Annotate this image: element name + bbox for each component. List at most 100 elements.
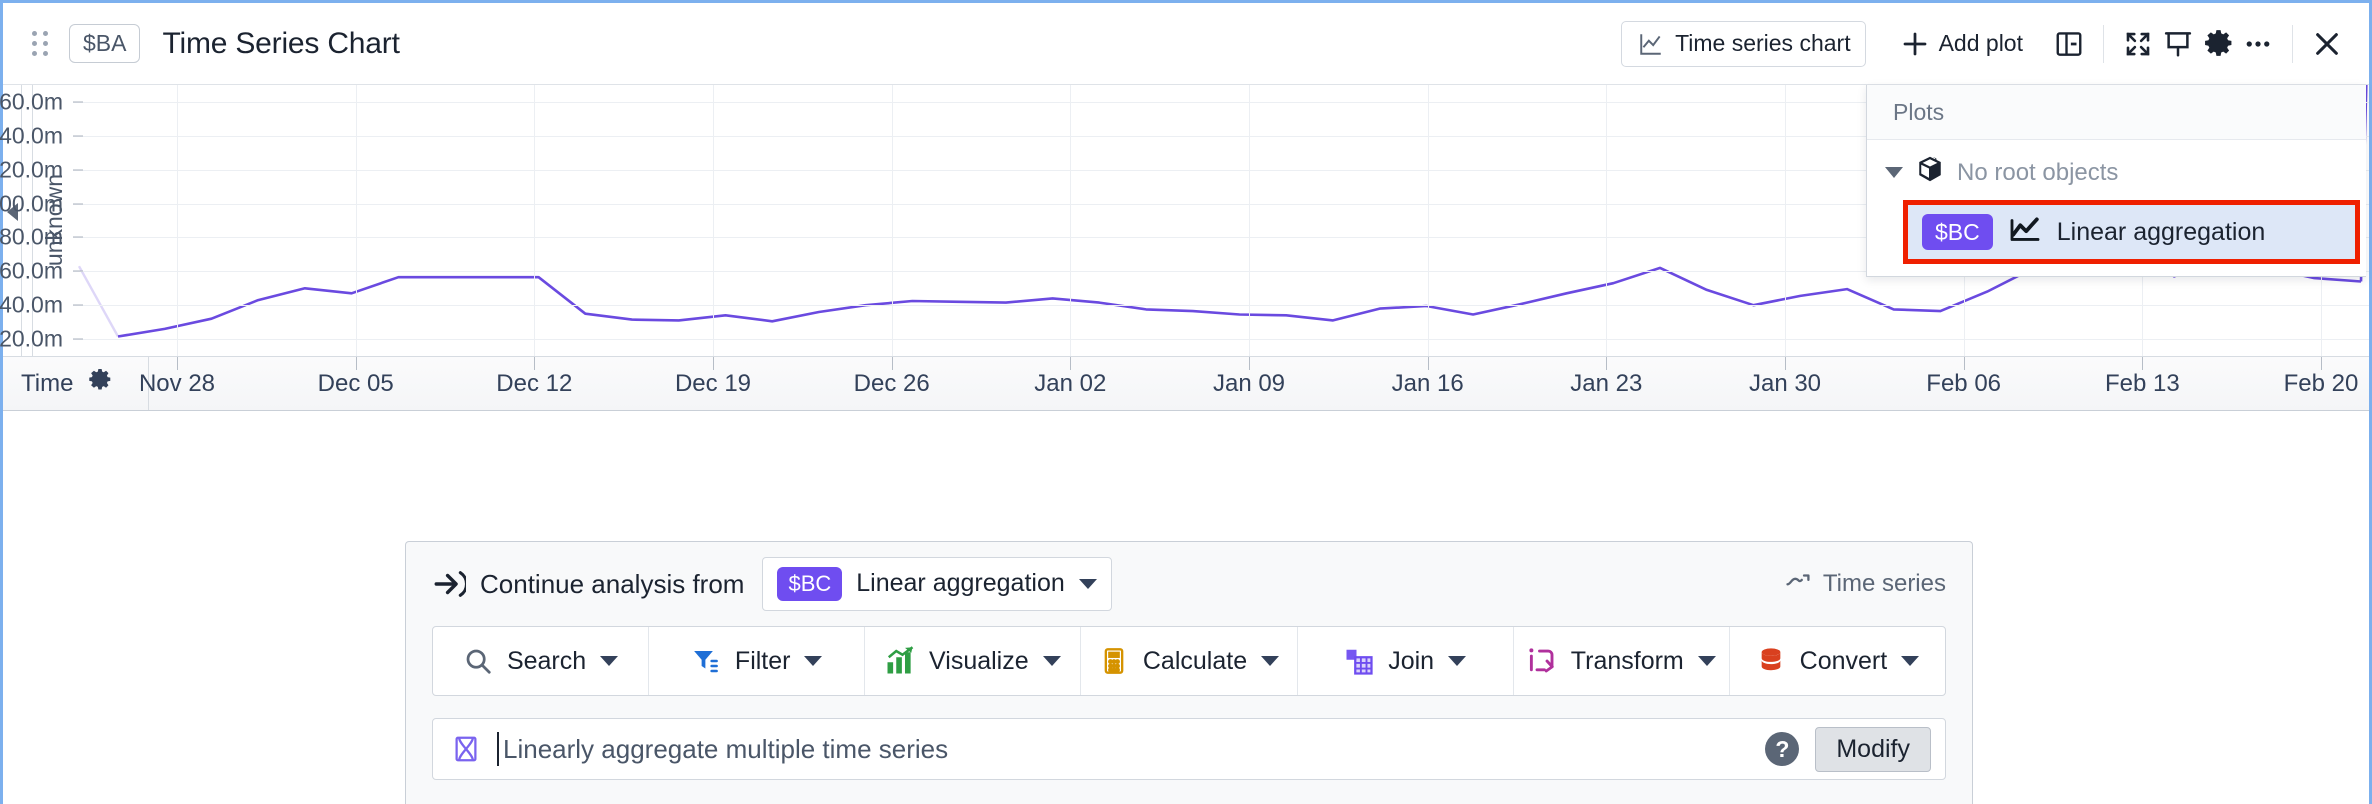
present-icon[interactable] <box>2158 24 2198 64</box>
operation-label: Transform <box>1570 646 1684 675</box>
chevron-down-icon[interactable] <box>1042 656 1061 666</box>
plots-item-label: Linear aggregation <box>2056 217 2266 246</box>
operation-label: Calculate <box>1142 646 1248 675</box>
app-header: $BA Time Series Chart Time series chart … <box>3 3 2369 85</box>
operation-label: Search <box>506 646 587 675</box>
document-id-chip[interactable]: $BA <box>69 24 141 63</box>
chevron-down-icon[interactable] <box>1885 167 1903 178</box>
add-plot-button[interactable]: Add plot <box>1888 21 2035 67</box>
x-gridline <box>1427 85 1429 356</box>
x-tick-mark <box>1785 357 1786 370</box>
x-tick-mark <box>2142 357 2144 370</box>
calculator-icon <box>1099 646 1129 676</box>
analysis-source-select[interactable]: $BC Linear aggregation <box>762 557 1112 611</box>
drag-handle[interactable] <box>29 29 51 59</box>
x-gridline <box>1606 85 1608 356</box>
chart-type-button[interactable]: Time series chart <box>1621 20 1866 67</box>
y-tick-label: 120.0m <box>0 156 63 183</box>
command-input-text[interactable]: Linearly aggregate multiple time series <box>503 734 948 765</box>
x-axis-settings-gear-icon[interactable] <box>87 367 113 400</box>
x-tick-mark <box>1427 357 1429 370</box>
x-tick-label: Dec 26 <box>853 369 930 397</box>
operation-calculate[interactable]: Calculate <box>1081 627 1298 695</box>
magnifier-icon <box>463 646 493 676</box>
chevron-down-icon[interactable] <box>1261 656 1280 666</box>
y-tick-label: 80.0m <box>0 223 63 250</box>
chevron-down-icon[interactable] <box>804 656 823 666</box>
x-tick-label: Jan 30 <box>1748 369 1822 397</box>
operations-toolbar: Search Filter Visualize Calculate Join Transf… <box>432 626 1946 696</box>
operation-transform[interactable]: Transform <box>1514 627 1730 695</box>
chevron-down-icon[interactable] <box>600 656 619 666</box>
chevron-down-icon[interactable] <box>1697 656 1716 666</box>
gear-icon[interactable] <box>2198 24 2238 64</box>
analysis-source-badge: $BC <box>777 567 843 601</box>
help-icon[interactable]: ? <box>1765 732 1800 766</box>
x-axis: Time Nov 28 Dec 05 Dec 12 Dec 19 Dec 26 Jan 0… <box>3 356 2369 411</box>
x-axis-title: Time <box>3 357 149 410</box>
x-gridline <box>534 85 536 356</box>
operation-visualize[interactable]: Visualize <box>865 627 1082 695</box>
operation-search[interactable]: Search <box>433 627 650 695</box>
x-tick-mark <box>534 357 536 370</box>
analysis-type-indicator: Time series <box>1785 570 1946 599</box>
x-tick-mark <box>891 357 893 370</box>
plus-icon <box>1900 29 1930 59</box>
join-tables-icon <box>1344 646 1374 676</box>
database-icon <box>1756 646 1786 676</box>
command-row[interactable]: Linearly aggregate multiple time series … <box>432 718 1946 780</box>
expand-icon[interactable] <box>2118 24 2158 64</box>
x-tick-label: Dec 12 <box>496 369 573 397</box>
x-gridline <box>1249 85 1250 356</box>
y-tick-mark <box>73 270 83 272</box>
y-tick-mark <box>73 304 83 306</box>
x-gridline <box>355 85 357 356</box>
y-gridline <box>73 305 2369 307</box>
x-gridline <box>1070 85 1072 356</box>
operation-filter[interactable]: Filter <box>649 627 866 695</box>
x-gridline <box>1785 85 1786 356</box>
page-title: Time Series Chart <box>162 26 400 60</box>
plots-item-linear-aggregation[interactable]: $BC Linear aggregation <box>1903 200 2360 265</box>
y-tick-mark <box>73 135 83 137</box>
y-gridline <box>73 339 2369 341</box>
x-tick-label: Feb 13 <box>2104 369 2180 397</box>
chart-type-label: Time series chart <box>1675 30 1851 56</box>
y-tick-mark <box>73 338 83 340</box>
panel-toggle-icon[interactable] <box>2049 24 2089 64</box>
x-tick-label: Feb 06 <box>1926 369 2002 397</box>
hourglass-icon <box>451 734 481 764</box>
x-gridline <box>891 85 893 356</box>
plots-panel: Plots No root objects $BC Linear aggrega… <box>1866 85 2366 278</box>
operation-label: Join <box>1388 646 1435 675</box>
y-tick-mark <box>73 203 83 205</box>
x-tick-label: Nov 28 <box>138 369 216 397</box>
y-tick-label: 20.0m <box>0 325 63 352</box>
modify-button[interactable]: Modify <box>1815 726 1931 772</box>
package-icon <box>1915 154 1945 191</box>
x-tick-mark <box>713 357 714 370</box>
chevron-down-icon[interactable] <box>1901 656 1920 666</box>
plots-panel-title: Plots <box>1867 85 2366 140</box>
chevron-down-icon[interactable] <box>1448 656 1467 666</box>
x-tick-label: Jan 09 <box>1212 369 1286 397</box>
analysis-type-label: Time series <box>1822 570 1946 597</box>
bar-chart-icon <box>885 646 915 676</box>
line-chart-icon <box>1636 29 1666 59</box>
funnel-icon <box>691 646 721 676</box>
x-tick-label: Feb 20 <box>2283 369 2359 397</box>
transform-icon <box>1527 646 1557 676</box>
y-tick-mark <box>73 236 83 238</box>
text-cursor <box>497 732 499 766</box>
operation-convert[interactable]: Convert <box>1730 627 1945 695</box>
y-tick-label: 140.0m <box>0 122 63 149</box>
plots-root-node[interactable]: No root objects <box>1867 148 2366 197</box>
operation-join[interactable]: Join <box>1298 627 1514 695</box>
x-tick-mark <box>2321 357 2322 370</box>
chevron-down-icon[interactable] <box>1078 578 1097 589</box>
y-tick-label: 100.0m <box>0 190 63 217</box>
more-icon[interactable] <box>2238 24 2278 64</box>
add-plot-label: Add plot <box>1938 30 2023 56</box>
x-tick-mark <box>177 357 178 370</box>
close-icon[interactable] <box>2307 24 2347 64</box>
